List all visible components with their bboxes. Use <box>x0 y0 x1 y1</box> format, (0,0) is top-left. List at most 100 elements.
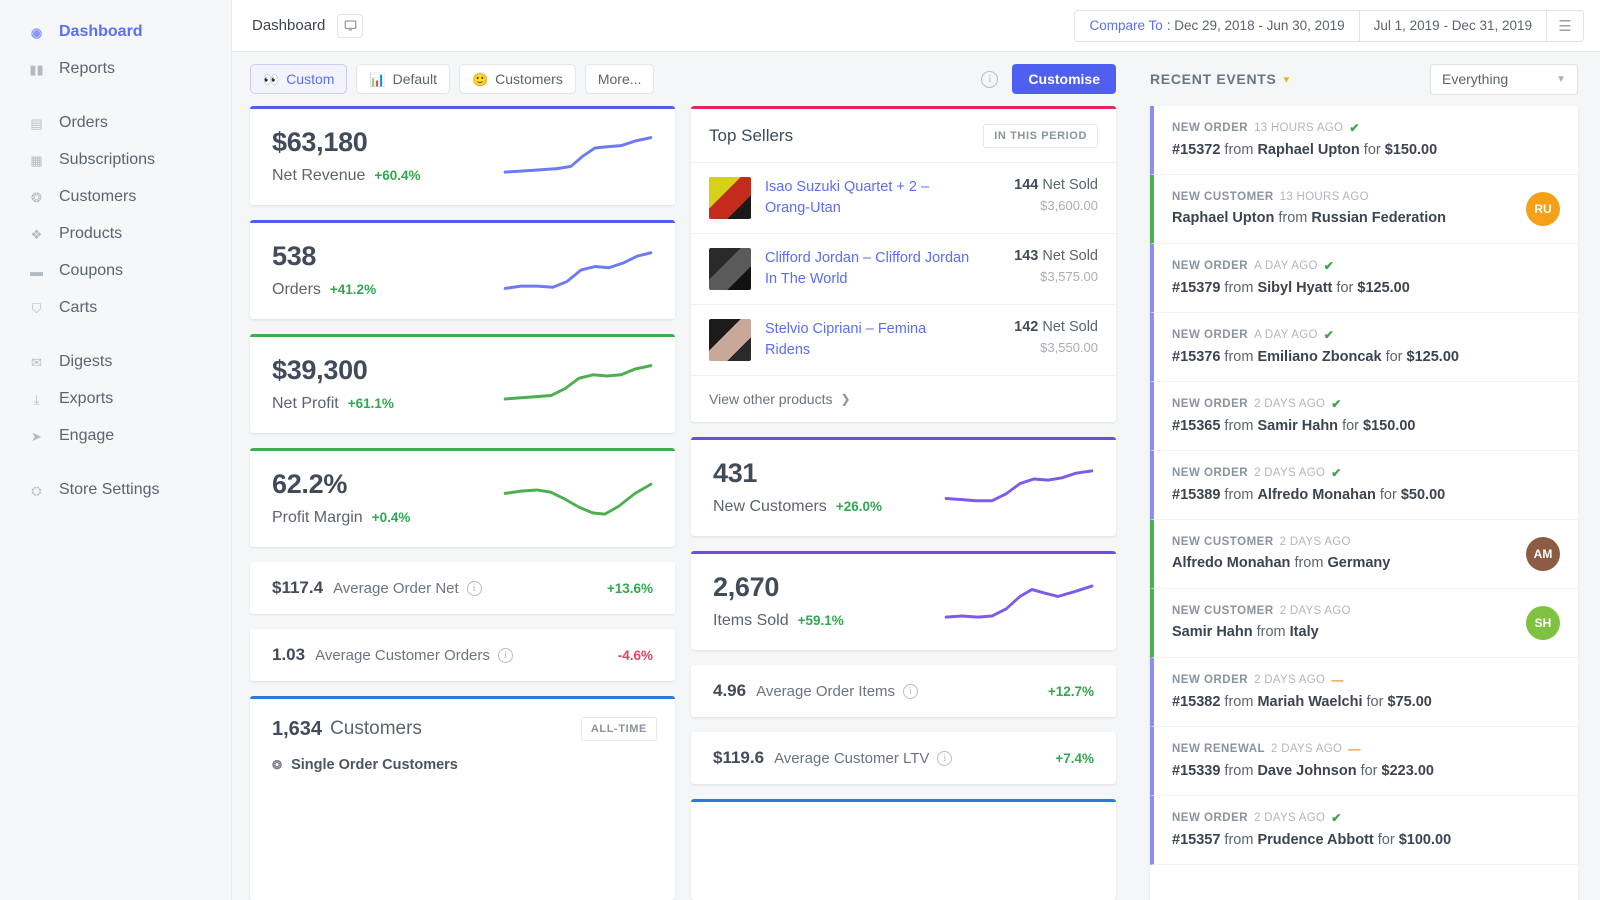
bottom-partial-card[interactable] <box>691 799 1116 900</box>
sidebar-item-digests[interactable]: ✉ Digests <box>0 346 231 378</box>
event-item[interactable]: NEW ORDER 2 DAYS AGO ‒‒ #15382 from Mariah … <box>1150 658 1578 727</box>
sidebar-item-orders[interactable]: ▤ Orders <box>0 107 231 139</box>
metric-average-order-net[interactable]: $117.4 Average Order Net i +13.6% <box>250 562 675 614</box>
period-chip[interactable]: IN THIS PERIOD <box>983 123 1098 148</box>
kpi-delta: +61.1% <box>347 395 394 411</box>
event-item[interactable]: NEW CUSTOMER 13 HOURS AGO Raphael Upton fr… <box>1150 175 1578 244</box>
sidebar-item-products[interactable]: ❖ Products <box>0 218 231 250</box>
kpi-value: 431 <box>713 458 758 489</box>
bar-chart-icon: ▮▮ <box>29 61 44 77</box>
event-meta: NEW CUSTOMER 2 DAYS AGO <box>1172 536 1390 548</box>
product-name-link[interactable]: Clifford Jordan – Clifford Jordan In The… <box>765 248 975 289</box>
sort-indicator-icon[interactable]: ▾ <box>1284 73 1290 86</box>
event-description: #15339 from Dave Johnson for $223.00 <box>1172 763 1434 779</box>
kpi-card-items-sold[interactable]: 2,670 Items Sold +59.1% <box>691 551 1116 650</box>
all-time-chip[interactable]: ALL-TIME <box>580 717 657 741</box>
kpi-card-new-customers[interactable]: 431 New Customers +26.0% <box>691 437 1116 536</box>
event-type: NEW CUSTOMER <box>1172 191 1274 203</box>
events-filter-value: Everything <box>1442 71 1509 87</box>
product-name-link[interactable]: Stelvio Cipriani – Femina Ridens <box>765 319 975 360</box>
event-meta: NEW ORDER 2 DAYS AGO ✔ <box>1172 811 1451 825</box>
info-icon[interactable]: i <box>497 647 513 663</box>
compare-to-picker[interactable]: Compare To: Dec 29, 2018 - Jun 30, 2019 <box>1074 9 1360 42</box>
sidebar-item-exports[interactable]: ⤓ Exports <box>0 383 231 415</box>
compare-to-range: : Dec 29, 2018 - Jun 30, 2019 <box>1166 18 1345 33</box>
kpi-value: $63,180 <box>272 127 368 158</box>
info-icon[interactable]: i <box>937 750 953 766</box>
tab-custom[interactable]: 👀 Custom <box>250 64 348 94</box>
sidebar-item-reports[interactable]: ▮▮ Reports <box>0 53 231 85</box>
sidebar-item-label: Digests <box>59 353 113 370</box>
view-other-products-link[interactable]: View other products ❯ <box>691 376 1116 422</box>
tab-label: Custom <box>286 71 335 87</box>
metric-average-order-items[interactable]: 4.96 Average Order Items i +12.7% <box>691 665 1116 717</box>
info-icon[interactable]: i <box>903 683 919 699</box>
envelope-icon: ✉ <box>31 354 42 370</box>
event-body: NEW CUSTOMER 2 DAYS AGO Alfredo Monahan fr… <box>1172 536 1390 571</box>
net-sold-amount: $3,550.00 <box>1040 340 1098 355</box>
event-body: NEW ORDER A DAY AGO ✔ #15379 from Sibyl Hya… <box>1172 259 1410 296</box>
kpi-value: 62.2% <box>272 469 348 500</box>
tab-default[interactable]: 📊 Default <box>356 64 450 94</box>
event-item[interactable]: NEW ORDER 2 DAYS AGO ✔ #15365 from Samir Ha… <box>1150 382 1578 451</box>
event-meta: NEW ORDER A DAY AGO ✔ <box>1172 328 1459 342</box>
event-description: Samir Hahn from Italy <box>1172 624 1319 640</box>
tab-customers[interactable]: 🙂 Customers <box>458 64 576 94</box>
info-icon[interactable]: i <box>981 70 999 88</box>
event-type: NEW ORDER <box>1172 467 1249 479</box>
event-body: NEW ORDER 2 DAYS AGO ✔ #15357 from Prudence… <box>1172 811 1451 848</box>
hamburger-icon[interactable]: ☰ <box>1546 9 1584 42</box>
monitor-icon[interactable] <box>337 13 364 38</box>
customise-button[interactable]: Customise <box>1012 64 1116 94</box>
tab-more[interactable]: More... <box>584 64 655 94</box>
sidebar-item-customers[interactable]: ❂ Customers <box>0 181 231 213</box>
event-item[interactable]: NEW RENEWAL 2 DAYS AGO ‒‒ #15339 from Dave … <box>1150 727 1578 796</box>
sidebar-item-carts[interactable]: ⛉ Carts <box>0 292 231 324</box>
event-type: NEW ORDER <box>1172 674 1249 686</box>
sidebar-item-dashboard[interactable]: ◉ Dashboard <box>0 16 231 48</box>
kpi-label: Profit Margin <box>272 508 363 526</box>
column-left: $63,180 Net Revenue +60.4% 538 Orders +4… <box>250 106 675 900</box>
event-item[interactable]: NEW ORDER 2 DAYS AGO ✔ #15357 from Prudence… <box>1150 796 1578 865</box>
kpi-card-profit-margin[interactable]: 62.2% Profit Margin +0.4% <box>250 448 675 547</box>
top-seller-row[interactable]: Isao Suzuki Quartet + 2 – Orang-Utan 144 … <box>691 163 1116 234</box>
metric-average-customer-orders[interactable]: 1.03 Average Customer Orders i -4.6% <box>250 629 675 681</box>
event-item[interactable]: NEW ORDER A DAY AGO ✔ #15376 from Emiliano … <box>1150 313 1578 382</box>
kpi-card-orders[interactable]: 538 Orders +41.2% <box>250 220 675 319</box>
event-item[interactable]: NEW ORDER A DAY AGO ✔ #15379 from Sibyl Hya… <box>1150 244 1578 313</box>
metric-label: Average Customer Orders <box>315 646 490 664</box>
event-item[interactable]: NEW ORDER 13 HOURS AGO ✔ #15372 from Raphae… <box>1150 106 1578 175</box>
metric-average-customer-ltv[interactable]: $119.6 Average Customer LTV i +7.4% <box>691 732 1116 784</box>
kpi-card-net-revenue[interactable]: $63,180 Net Revenue +60.4% <box>250 106 675 205</box>
event-description: #15389 from Alfredo Monahan for $50.00 <box>1172 487 1446 503</box>
kpi-card-net-profit[interactable]: $39,300 Net Profit +61.1% <box>250 334 675 433</box>
top-seller-row[interactable]: Stelvio Cipriani – Femina Ridens 142 Net … <box>691 305 1116 376</box>
events-filter-select[interactable]: Everything ▼ <box>1430 63 1578 95</box>
page-title: Dashboard <box>252 17 326 34</box>
sidebar-item-engage[interactable]: ➤ Engage <box>0 420 231 452</box>
event-item[interactable]: NEW ORDER 2 DAYS AGO ✔ #15389 from Alfredo … <box>1150 451 1578 520</box>
sparkline-chart <box>944 469 1094 503</box>
top-seller-row[interactable]: Clifford Jordan – Clifford Jordan In The… <box>691 234 1116 305</box>
event-type: NEW CUSTOMER <box>1172 605 1274 617</box>
customers-all-time-card[interactable]: 1,634 Customers ALL-TIME ❂ Single Order … <box>250 696 675 900</box>
kpi-delta: +41.2% <box>329 281 377 297</box>
sidebar-item-coupons[interactable]: ▬ Coupons <box>0 255 231 287</box>
tab-emoji-icon: 👀 <box>263 71 280 87</box>
date-range-picker[interactable]: Jul 1, 2019 - Dec 31, 2019 <box>1358 9 1547 42</box>
sparkline-chart <box>944 584 1094 619</box>
net-sold: 144 Net Sold <box>1014 177 1098 193</box>
event-meta: NEW CUSTOMER 13 HOURS AGO <box>1172 191 1446 203</box>
customers-count: 1,634 <box>272 717 323 740</box>
metric-value: $117.4 <box>272 578 324 597</box>
info-icon[interactable]: i <box>466 580 482 596</box>
sidebar-item-store-settings[interactable]: ⛭ Store Settings <box>0 474 231 506</box>
event-item[interactable]: NEW CUSTOMER 2 DAYS AGO Alfredo Monahan fr… <box>1150 520 1578 589</box>
single-order-customers-row[interactable]: ❂ Single Order Customers <box>272 757 657 773</box>
sidebar-item-label: Dashboard <box>59 23 143 40</box>
people-icon: ❂ <box>31 189 42 205</box>
sidebar-item-subscriptions[interactable]: ▦ Subscriptions <box>0 144 231 176</box>
event-item[interactable]: NEW CUSTOMER 2 DAYS AGO Samir Hahn from It… <box>1150 589 1578 658</box>
product-name-link[interactable]: Isao Suzuki Quartet + 2 – Orang-Utan <box>765 177 975 218</box>
event-meta: NEW RENEWAL 2 DAYS AGO ‒‒ <box>1172 742 1434 756</box>
